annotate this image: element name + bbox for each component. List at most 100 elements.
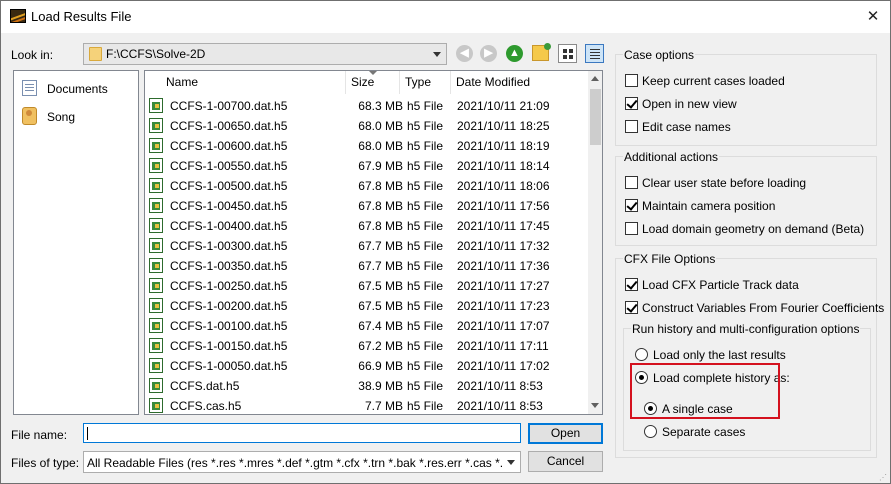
table-row[interactable]: CCFS.cas.h5 7.7 MB h5 File 2021/10/11 8:53 xyxy=(145,396,587,414)
edit-case-names-checkbox[interactable] xyxy=(625,120,638,133)
file-size-cell: 67.8 MB xyxy=(358,179,403,193)
table-row[interactable]: CCFS-1-00100.dat.h5 67.4 MB h5 File 2021/10… xyxy=(145,316,587,336)
file-size-cell: 7.7 MB xyxy=(364,399,403,413)
file-type-cell: h5 File xyxy=(407,339,444,353)
detail-view-icon[interactable] xyxy=(585,44,604,63)
file-type-dropdown[interactable]: All Readable Files (res *.res *.mres *.d… xyxy=(83,451,521,473)
file-name-cell: CCFS-1-00200.dat.h5 xyxy=(170,299,288,313)
table-row[interactable]: CCFS-1-00150.dat.h5 67.2 MB h5 File 2021/10… xyxy=(145,336,587,356)
file-name-cell: CCFS-1-00500.dat.h5 xyxy=(170,179,288,193)
table-row[interactable]: CCFS-1-00300.dat.h5 67.7 MB h5 File 2021/10… xyxy=(145,236,587,256)
place-song[interactable]: Song xyxy=(20,106,130,128)
checkbox-label: Keep current cases loaded xyxy=(642,74,785,88)
file-date-cell: 2021/10/11 17:02 xyxy=(457,359,550,373)
file-type-cell: h5 File xyxy=(407,159,444,173)
vertical-scrollbar[interactable] xyxy=(588,71,602,414)
open-new-view-checkbox[interactable] xyxy=(625,97,638,110)
file-name-cell: CCFS-1-00050.dat.h5 xyxy=(170,359,288,373)
resize-grip-icon[interactable]: ⋰ xyxy=(879,473,889,483)
file-name-cell: CCFS-1-00450.dat.h5 xyxy=(170,199,288,213)
h5-file-icon xyxy=(149,118,163,133)
file-size-cell: 67.5 MB xyxy=(358,279,403,293)
fourier-coefficients-checkbox[interactable] xyxy=(625,301,638,314)
table-row[interactable]: CCFS-1-00400.dat.h5 67.8 MB h5 File 2021/10… xyxy=(145,216,587,236)
forward-icon[interactable]: ▶ xyxy=(480,45,497,62)
particle-track-checkbox[interactable] xyxy=(625,278,638,291)
folder-icon xyxy=(89,47,102,61)
file-size-cell: 68.0 MB xyxy=(358,139,403,153)
separate-cases-radio[interactable] xyxy=(644,425,657,438)
cancel-button[interactable]: Cancel xyxy=(528,451,603,472)
h5-file-icon xyxy=(149,278,163,293)
h5-file-icon xyxy=(149,158,163,173)
file-type-cell: h5 File xyxy=(407,279,444,293)
h5-file-icon xyxy=(149,318,163,333)
h5-file-icon xyxy=(149,138,163,153)
h5-file-icon xyxy=(149,358,163,373)
h5-file-icon xyxy=(149,198,163,213)
scroll-up-icon[interactable] xyxy=(591,76,599,81)
scroll-down-icon[interactable] xyxy=(591,403,599,408)
open-button[interactable]: Open xyxy=(528,423,603,444)
file-name-cell: CCFS-1-00600.dat.h5 xyxy=(170,139,288,153)
file-type-label: Files of type: xyxy=(11,456,80,470)
group-title: CFX File Options xyxy=(623,252,717,266)
file-name-cell: CCFS-1-00150.dat.h5 xyxy=(170,339,288,353)
back-icon[interactable]: ◀ xyxy=(456,45,473,62)
grid-view-icon[interactable] xyxy=(558,44,577,63)
table-row[interactable]: CCFS-1-00200.dat.h5 67.5 MB h5 File 2021/10… xyxy=(145,296,587,316)
table-row[interactable]: CCFS-1-00450.dat.h5 67.8 MB h5 File 2021/10… xyxy=(145,196,587,216)
file-date-cell: 2021/10/11 17:36 xyxy=(457,259,550,273)
table-row[interactable]: CCFS.dat.h5 38.9 MB h5 File 2021/10/11 8:53 xyxy=(145,376,587,396)
keep-cases-checkbox[interactable] xyxy=(625,74,638,87)
file-type-cell: h5 File xyxy=(407,179,444,193)
file-name-cell: CCFS-1-00100.dat.h5 xyxy=(170,319,288,333)
up-folder-icon[interactable]: ▲ xyxy=(506,45,523,62)
file-size-cell: 67.8 MB xyxy=(358,219,403,233)
file-type-cell: h5 File xyxy=(407,99,444,113)
file-size-cell: 67.8 MB xyxy=(358,199,403,213)
file-type-cell: h5 File xyxy=(407,239,444,253)
look-in-label: Look in: xyxy=(11,48,54,62)
table-row[interactable]: CCFS-1-00700.dat.h5 68.3 MB h5 File 2021/10… xyxy=(145,96,587,116)
file-name-cell: CCFS-1-00350.dat.h5 xyxy=(170,259,288,273)
h5-file-icon xyxy=(149,398,163,413)
table-row[interactable]: CCFS-1-00050.dat.h5 66.9 MB h5 File 2021/10… xyxy=(145,356,587,376)
file-date-cell: 2021/10/11 17:45 xyxy=(457,219,550,233)
file-name-label: File name: xyxy=(11,428,68,442)
table-row[interactable]: CCFS-1-00550.dat.h5 67.9 MB h5 File 2021/10… xyxy=(145,156,587,176)
file-list-header: Name Size Type Date Modified xyxy=(145,71,587,94)
table-row[interactable]: CCFS-1-00250.dat.h5 67.5 MB h5 File 2021/10… xyxy=(145,276,587,296)
cfx-file-options-group: CFX File Options Load CFX Particle Track… xyxy=(615,252,884,458)
column-name[interactable]: Name xyxy=(161,71,346,94)
table-row[interactable]: CCFS-1-00600.dat.h5 68.0 MB h5 File 2021/10… xyxy=(145,136,587,156)
column-type[interactable]: Type xyxy=(400,71,451,94)
place-documents[interactable]: Documents xyxy=(20,78,130,100)
table-row[interactable]: CCFS-1-00350.dat.h5 67.7 MB h5 File 2021/10… xyxy=(145,256,587,276)
chevron-down-icon[interactable] xyxy=(507,460,515,465)
last-results-radio[interactable] xyxy=(635,348,648,361)
file-date-cell: 2021/10/11 8:53 xyxy=(457,379,543,393)
new-folder-icon[interactable] xyxy=(532,43,551,61)
file-name-cell: CCFS-1-00650.dat.h5 xyxy=(170,119,288,133)
group-title: Run history and multi-configuration opti… xyxy=(631,322,861,336)
file-type-cell: h5 File xyxy=(407,259,444,273)
look-in-dropdown[interactable]: F:\CCFS\Solve-2D xyxy=(83,43,447,65)
file-size-cell: 67.4 MB xyxy=(358,319,403,333)
table-row[interactable]: CCFS-1-00650.dat.h5 68.0 MB h5 File 2021/10… xyxy=(145,116,587,136)
file-name-cell: CCFS-1-00550.dat.h5 xyxy=(170,159,288,173)
sort-descending-icon xyxy=(369,71,377,75)
clear-user-state-checkbox[interactable] xyxy=(625,176,638,189)
look-in-path: F:\CCFS\Solve-2D xyxy=(106,47,206,61)
table-row[interactable]: CCFS-1-00500.dat.h5 67.8 MB h5 File 2021/10… xyxy=(145,176,587,196)
file-size-cell: 67.7 MB xyxy=(358,239,403,253)
file-date-cell: 2021/10/11 8:53 xyxy=(457,399,543,413)
file-name-input[interactable] xyxy=(83,423,521,443)
scroll-thumb[interactable] xyxy=(590,89,601,145)
close-icon[interactable]: ✕ xyxy=(863,7,883,27)
column-date-modified[interactable]: Date Modified xyxy=(451,71,587,94)
maintain-camera-checkbox[interactable] xyxy=(625,199,638,212)
load-geometry-checkbox[interactable] xyxy=(625,222,638,235)
file-name-cell: CCFS-1-00400.dat.h5 xyxy=(170,219,288,233)
chevron-down-icon[interactable] xyxy=(433,52,441,57)
